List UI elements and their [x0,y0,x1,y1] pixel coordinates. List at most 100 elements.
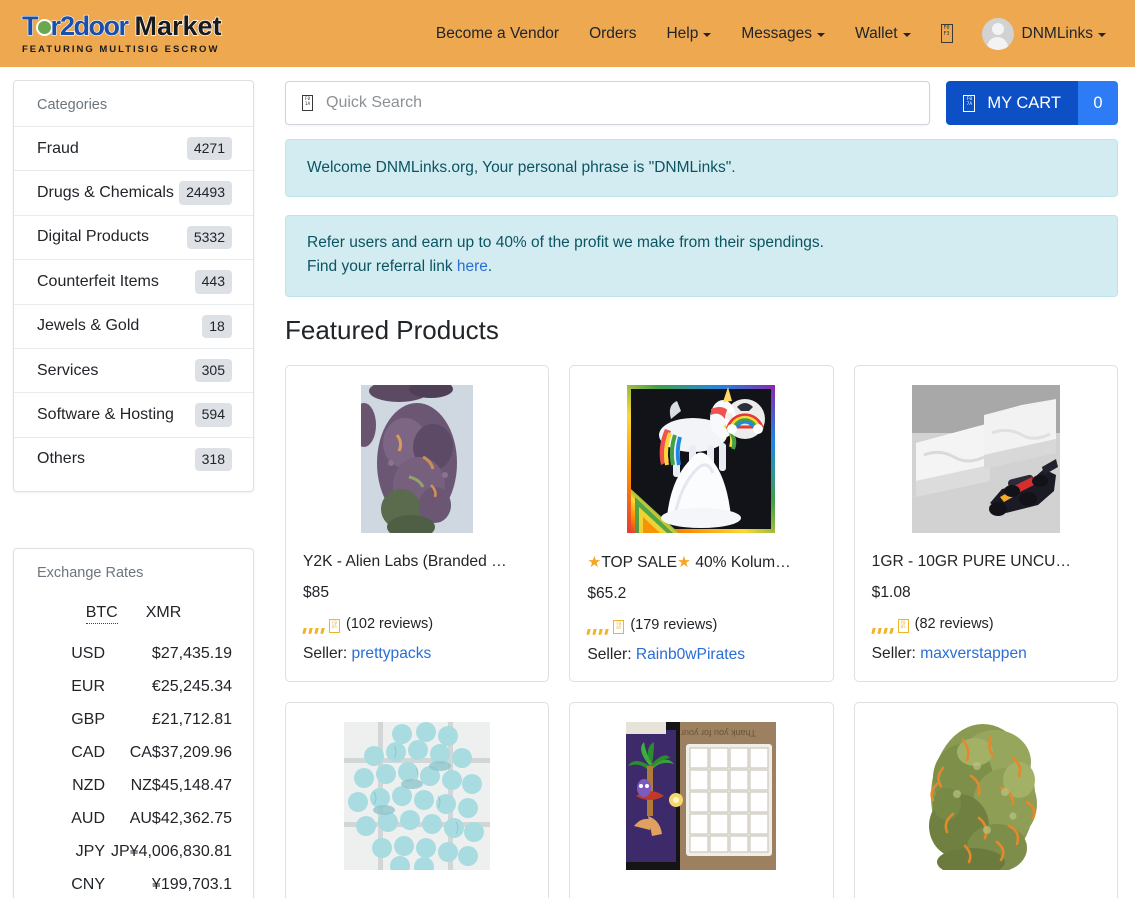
category-label: Software & Hosting [37,406,174,424]
categories-list: Fraud 4271 Drugs & Chemicals 24493 Digit… [14,126,253,491]
avatar[interactable] [981,17,1014,50]
category-label: Fraud [37,139,79,157]
star-icon: F0 05 [613,619,625,634]
rate-value: AU$42,362.75 [129,809,232,827]
main-content: F01A F07A MY CART 0 Welcome DNMLinks.org… [268,67,1135,898]
sidebar-item-software-and-hosting[interactable]: Software & Hosting 594 [14,392,253,436]
search-icon: F0 1A [302,95,313,111]
product-image-wrap: Thank you for your [587,722,815,871]
seller-label: Seller: [587,646,632,664]
product-image-wrap [303,385,531,534]
product-card[interactable] [285,702,550,898]
category-label: Services [37,361,99,379]
my-cart-button[interactable]: F0 7A MY CART 0 [946,81,1118,125]
tab-btc[interactable]: BTC [85,604,118,625]
sidebar-item-jewels-and-gold[interactable]: Jewels & Gold 18 [14,303,253,348]
nav-username-label: DNMLinks [1021,24,1093,42]
nav-item-wallet[interactable]: Wallet [840,17,926,51]
rate-currency: JPY [75,842,105,860]
seller-link[interactable]: prettypacks [352,645,432,662]
svg-text:Thank you for your: Thank you for your [681,728,756,738]
referral-suffix: . [487,258,493,276]
referral-link[interactable]: here [457,258,488,275]
cart-button-main[interactable]: F0 7A MY CART [946,81,1078,125]
referral-line-2: Find your referral link here. [307,255,1096,279]
seller-link[interactable]: maxverstappen [920,645,1027,662]
product-image-purple-cannabis-bud [361,385,474,534]
chevron-down-icon [902,32,911,37]
rate-row: CNY ¥199,703.1 [35,868,232,898]
product-image-palm-tree-pressed-block: Thank you for your [626,722,777,871]
site-logo[interactable]: Tr 2door Market FEATURING MULTISIG ESCROW [22,10,223,58]
sidebar-item-others[interactable]: Others 318 [14,436,253,481]
rate-row: USD $27,435.19 [35,637,232,670]
nav-item-become-a-vendor[interactable]: Become a Vendor [421,17,574,51]
rate-row: CAD CA$37,209.96 [35,736,232,769]
product-image-unicorn-white-powder [627,385,776,534]
search-and-cart-bar: F01A F07A MY CART 0 [285,81,1118,125]
cart-count-badge: 0 [1078,81,1118,125]
shopping-cart-icon: F0 7A [963,94,976,112]
seller-label: Seller: [871,645,916,663]
product-card[interactable]: ★TOP SALE★ 40% Kolum… $65.2 F0 05 (179 re… [569,365,834,683]
star-icon: F0 05 [897,618,909,633]
nav-item-messages[interactable]: Messages [726,17,840,51]
nav-label: Orders [589,24,637,42]
product-review-count: (82 reviews) [914,615,994,632]
referral-alert: Refer users and earn up to 40% of the pr… [285,215,1118,298]
product-price: $65.2 [587,585,627,603]
product-image-blue-pills-on-tile [344,722,491,871]
category-count-badge: 318 [194,447,232,472]
star-icon: F0 05 [329,618,340,633]
star-rating-icon: F0 05 [870,618,909,634]
product-image-wrap [587,385,815,534]
rate-value: NZ$45,148.47 [130,776,232,794]
nav-label: Help [666,24,699,42]
rate-value: ¥199,703.1 [151,875,232,893]
product-card[interactable]: Thank you for your [569,702,834,898]
product-card[interactable]: 1GR - 10GR PURE UNCU… $1.08 F0 05 (82 rev… [853,365,1118,683]
sidebar-item-services[interactable]: Services 305 [14,347,253,392]
seller-label: Seller: [303,645,348,663]
sidebar-item-drugs-and-chemicals[interactable]: Drugs & Chemicals 24493 [14,170,253,214]
sidebar-item-counterfeit-items[interactable]: Counterfeit Items 443 [14,259,253,303]
rate-currency: USD [71,644,105,662]
referral-line-1: Refer users and earn up to 40% of the pr… [307,234,824,252]
seller-link[interactable]: Rainb0wPirates [636,646,745,663]
nav-label: Become a Vendor [435,24,560,42]
nav-item-user-menu[interactable]: DNMLinks [1022,17,1121,51]
rate-value: £21,712.81 [151,710,232,728]
search-input[interactable] [326,94,914,112]
exchange-rates-tabs: BTC XMR [14,594,253,637]
tab-xmr[interactable]: XMR [146,604,182,624]
chevron-down-icon [1098,32,1106,37]
top-navbar: Tr 2door Market FEATURING MULTISIG ESCROW … [0,0,1135,67]
nav-label: Wallet [855,24,898,42]
page-body: Categories Fraud 4271 Drugs & Chemicals … [0,67,1135,898]
sidebar-item-digital-products[interactable]: Digital Products 5332 [14,214,253,259]
product-seller: Seller: prettypacks [303,645,531,663]
exchange-rates-title: Exchange Rates [37,565,144,582]
nav-item-help[interactable]: Help [651,17,726,51]
product-card[interactable] [853,702,1118,898]
logo-tagline: FEATURING MULTISIG ESCROW [22,43,220,55]
rate-currency: NZD [72,776,105,794]
logo-market-text: Market [134,10,223,41]
cart-label: MY CART [987,93,1061,112]
search-bar[interactable]: F0 1A [285,81,931,125]
nav-item-notifications[interactable]: F0 F3 [926,16,968,51]
welcome-alert: Welcome DNMLinks.org, Your personal phra… [285,139,1118,198]
product-image-wrap [872,385,1100,534]
product-card[interactable]: Y2K - Alien Labs (Branded … $85 F0 05 (10… [285,365,550,683]
rate-currency: CAD [71,743,105,761]
logo-2door-text: 2door [59,10,129,41]
rate-currency: GBP [71,710,105,728]
rate-currency: EUR [71,677,105,695]
categories-panel: Categories Fraud 4271 Drugs & Chemicals … [13,80,254,493]
rate-row: AUD AU$42,362.75 [35,802,232,835]
product-review-count: (102 reviews) [346,615,434,632]
sidebar-item-fraud[interactable]: Fraud 4271 [14,126,253,170]
rate-currency: CNY [71,875,105,893]
logo-r-text: r [50,10,61,41]
nav-item-orders[interactable]: Orders [574,17,651,51]
